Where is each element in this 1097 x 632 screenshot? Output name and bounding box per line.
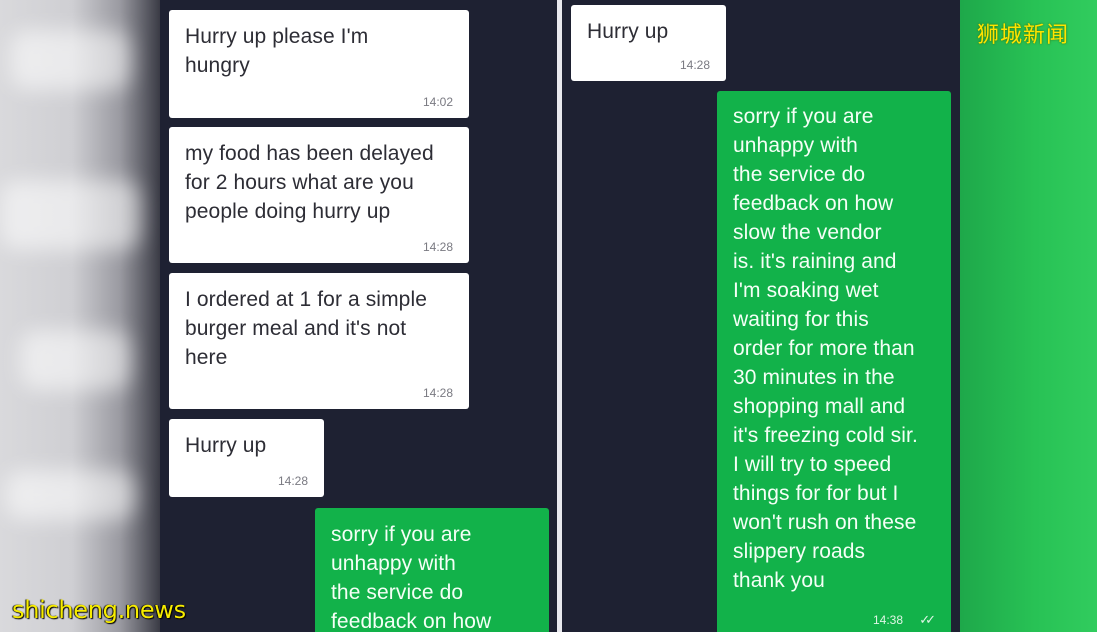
message-text: Hurry up [587, 20, 669, 43]
message-bubble-incoming: Hurry up 14:28 [169, 419, 324, 497]
chat-panel-left[interactable]: Hurry up please I'm hungry 14:02 my food… [160, 0, 557, 632]
blur-shape [20, 330, 130, 390]
blurred-background-left [0, 0, 160, 632]
message-text: my food has been delayed for 2 hours wha… [185, 142, 434, 223]
read-receipt-icon: ✓✓ [919, 612, 936, 627]
chat-panel-right[interactable]: Hurry up 14:28 sorry if you are unhappy … [562, 0, 960, 632]
message-bubble-incoming: Hurry up 14:28 [571, 5, 726, 81]
watermark-bottom-left: shicheng.news [12, 596, 186, 624]
message-timestamp: 14:28 [422, 240, 453, 254]
message-text: Hurry up please I'm hungry [185, 25, 369, 77]
message-bubble-incoming: my food has been delayed for 2 hours wha… [169, 127, 469, 263]
message-bubble-incoming: I ordered at 1 for a simple burger meal … [169, 273, 469, 409]
message-bubble-outgoing: sorry if you are unhappy with the servic… [315, 508, 549, 632]
message-timestamp: 14:02 [422, 95, 453, 109]
message-text: sorry if you are unhappy with the servic… [733, 105, 918, 592]
green-background-right [960, 0, 1097, 632]
message-bubble-incoming: Hurry up please I'm hungry 14:02 [169, 10, 469, 118]
blur-shape [10, 30, 130, 90]
watermark-top-right: 狮城新闻 [977, 23, 1070, 48]
message-text: I ordered at 1 for a simple burger meal … [185, 288, 427, 369]
message-timestamp: 14:28 [277, 474, 308, 488]
message-timestamp: 14:38 [872, 613, 903, 627]
blur-shape [0, 180, 140, 250]
message-timestamp: 14:28 [679, 58, 710, 72]
message-text: Hurry up [185, 434, 267, 457]
message-timestamp: 14:28 [422, 386, 453, 400]
message-bubble-outgoing: sorry if you are unhappy with the servic… [717, 91, 951, 632]
message-text: sorry if you are unhappy with the servic… [331, 523, 492, 632]
blur-shape [5, 470, 135, 520]
